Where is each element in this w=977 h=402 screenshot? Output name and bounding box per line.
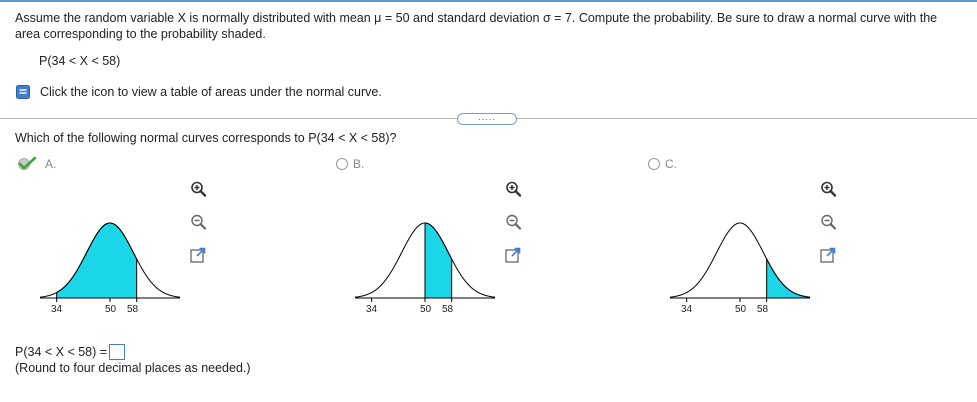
expand-icon[interactable] — [819, 246, 837, 264]
answer-label: P(34 < X < 58) = — [15, 345, 108, 359]
normal-curve-c — [670, 222, 810, 302]
shaded-area — [766, 258, 810, 299]
book-icon[interactable] — [15, 84, 31, 100]
checkmark-icon — [18, 156, 40, 171]
tick-label: 34 — [366, 304, 378, 315]
tick-label: 50 — [420, 304, 432, 315]
answer-row: P(34 < X < 58) = — [15, 344, 126, 360]
option-c-label: C. — [665, 157, 677, 171]
tick-label: 34 — [681, 304, 693, 315]
tick-label: 58 — [757, 304, 769, 315]
zoom-out-icon[interactable] — [189, 213, 207, 231]
answer-input[interactable] — [109, 344, 126, 360]
tick-label: 50 — [735, 304, 747, 315]
expand-icon[interactable] — [504, 246, 522, 264]
option-b[interactable]: B. — [336, 157, 364, 171]
normal-curve-b — [355, 222, 495, 302]
probability-expression: P(34 < X < 58) — [39, 54, 121, 68]
option-c[interactable]: C. — [648, 157, 677, 171]
zoom-in-icon[interactable] — [189, 180, 207, 198]
tick-label: 34 — [51, 304, 63, 315]
zoom-out-icon[interactable] — [819, 213, 837, 231]
zoom-out-icon[interactable] — [504, 213, 522, 231]
tick-label: 58 — [127, 304, 139, 315]
more-button[interactable]: ..... — [457, 113, 517, 125]
tick-label: 50 — [105, 304, 117, 315]
option-c-radio[interactable] — [648, 158, 660, 170]
option-b-radio[interactable] — [336, 158, 348, 170]
zoom-in-icon[interactable] — [504, 180, 522, 198]
choice-prompt: Which of the following normal curves cor… — [15, 131, 397, 145]
zoom-in-icon[interactable] — [819, 180, 837, 198]
table-link-label[interactable]: Click the icon to view a table of areas … — [40, 85, 382, 99]
top-accent-line — [0, 0, 977, 2]
question-text: Assume the random variable X is normally… — [15, 11, 938, 41]
curve-line — [670, 222, 810, 298]
table-link[interactable]: Click the icon to view a table of areas … — [15, 84, 382, 100]
option-a-label: A. — [45, 157, 57, 171]
tick-label: 58 — [442, 304, 454, 315]
option-a[interactable]: A. — [18, 156, 57, 171]
normal-curve-a — [40, 222, 180, 302]
rounding-note: (Round to four decimal places as needed.… — [15, 361, 251, 375]
option-b-label: B. — [353, 157, 365, 171]
expand-icon[interactable] — [189, 246, 207, 264]
